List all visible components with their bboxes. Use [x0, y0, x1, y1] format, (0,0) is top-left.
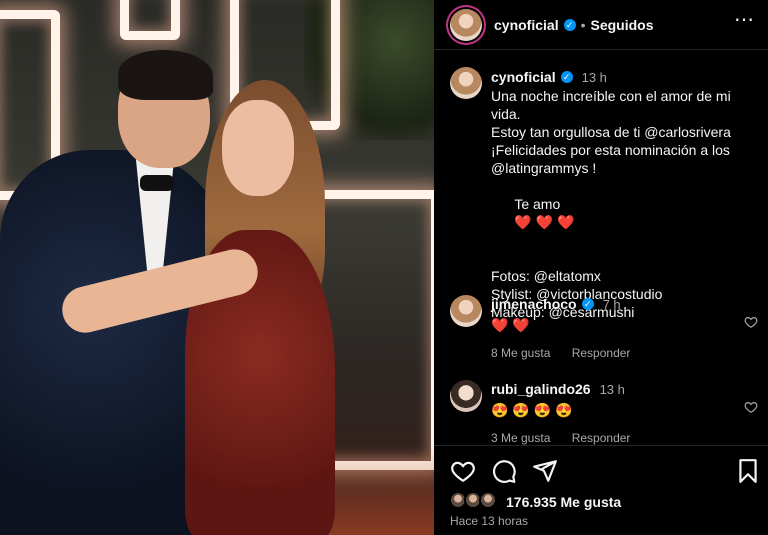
- header-user-row: cynoficial ✓ • Seguidos: [494, 17, 654, 33]
- caption-time[interactable]: 13 h: [582, 70, 607, 85]
- author-username[interactable]: cynoficial: [494, 17, 559, 33]
- comment-likes[interactable]: 3 Me gusta: [491, 431, 550, 445]
- commenter-avatar[interactable]: [450, 380, 482, 412]
- comment-text: ❤️ ❤️: [491, 317, 530, 333]
- comment-username[interactable]: jimenachoco: [491, 296, 577, 312]
- comment-like-icon[interactable]: [744, 400, 758, 414]
- bookmark-icon[interactable]: [735, 458, 761, 484]
- heart-emojis: ❤️ ❤️ ❤️: [514, 214, 575, 230]
- credit-line: Fotos: @eltatomx: [491, 268, 601, 284]
- comment-text: 😍 😍 😍 😍: [491, 402, 573, 418]
- separator-dot: •: [580, 17, 586, 33]
- avatar: [479, 491, 497, 509]
- verified-badge-icon: ✓: [560, 71, 573, 83]
- comment-likes[interactable]: 8 Me gusta: [491, 346, 550, 360]
- caption-line: ¡Felicidades por esta nominación a los: [491, 142, 730, 158]
- comment-like-icon[interactable]: [744, 315, 758, 329]
- post-header: cynoficial ✓ • Seguidos ⋯: [434, 0, 768, 50]
- comment: jimenachoco ✓ 7 h ❤️ ❤️ 8 Me gusta Respo…: [491, 296, 731, 360]
- verified-badge-icon: ✓: [581, 298, 594, 310]
- comment-meta: 8 Me gusta Responder: [491, 346, 731, 360]
- comment-time[interactable]: 13 h: [600, 382, 625, 397]
- post-details-panel: cynoficial ✓ • Seguidos ⋯ cynoficial ✓ 1…: [434, 0, 768, 535]
- caption-username[interactable]: cynoficial: [491, 69, 556, 85]
- post-photo[interactable]: [0, 0, 434, 535]
- verified-badge-icon: ✓: [563, 19, 576, 31]
- caption-line: Te amo ❤️ ❤️ ❤️: [491, 177, 759, 249]
- caption-avatar[interactable]: [450, 67, 482, 99]
- heart-icon[interactable]: [450, 458, 476, 484]
- caption-te-amo: Te amo: [514, 196, 561, 212]
- comment-icon[interactable]: [491, 458, 517, 484]
- more-options-icon[interactable]: ⋯: [734, 10, 754, 33]
- post-timestamp[interactable]: Hace 13 horas: [450, 514, 528, 528]
- bow-tie: [140, 175, 174, 191]
- reply-button[interactable]: Responder: [572, 346, 631, 360]
- commenter-avatar[interactable]: [450, 295, 482, 327]
- caption-block: cynoficial ✓ 13 h Una noche increíble co…: [491, 69, 759, 321]
- author-avatar[interactable]: [450, 9, 482, 41]
- neon-letter: [120, 0, 180, 40]
- caption-line: Estoy tan orgullosa de ti @carlosrivera: [491, 124, 731, 140]
- caption-line: vida.: [491, 106, 521, 122]
- comment-username[interactable]: rubi_galindo26: [491, 381, 591, 397]
- caption-line: Una noche increíble con el amor de mi: [491, 88, 731, 104]
- likes-count[interactable]: 176.935 Me gusta: [506, 494, 621, 510]
- comment-time[interactable]: 7 h: [603, 297, 621, 312]
- caption-line: @latingrammys !: [491, 160, 597, 176]
- woman-face: [222, 100, 294, 196]
- comment-meta: 3 Me gusta Responder: [491, 431, 731, 445]
- follow-status-button[interactable]: Seguidos: [591, 17, 654, 33]
- share-icon[interactable]: [532, 458, 558, 484]
- man-hair: [118, 50, 213, 100]
- comment: rubi_galindo26 13 h 😍 😍 😍 😍 3 Me gusta R…: [491, 381, 731, 445]
- reply-button[interactable]: Responder: [572, 431, 631, 445]
